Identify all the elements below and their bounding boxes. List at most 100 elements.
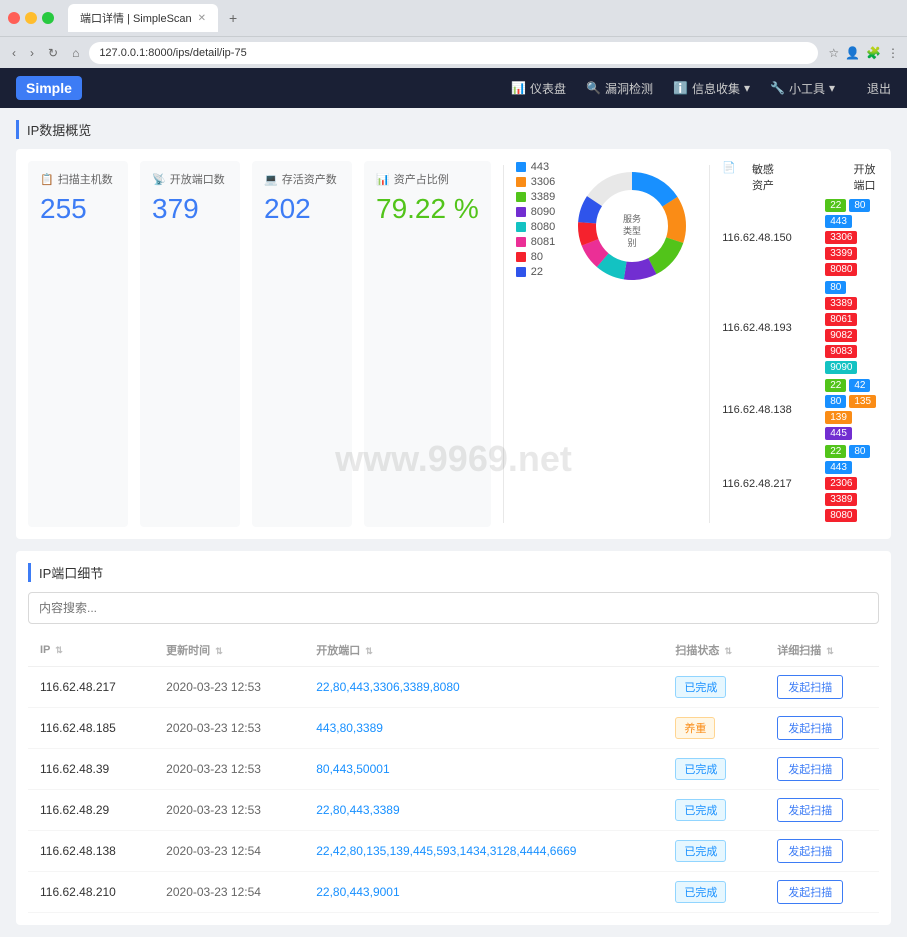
stat-card-hosts: 📋 扫描主机数 255 bbox=[28, 161, 128, 527]
table-header: IP ⇅ 更新时间 ⇅ 开放端口 ⇅ 扫描状态 ⇅ 详细扫描 ⇅ bbox=[28, 634, 879, 667]
col-time: 更新时间 ⇅ bbox=[154, 634, 304, 667]
stat-value-hosts: 255 bbox=[40, 193, 116, 225]
cell-ports-4: 22,42,80,135,139,445,593,1434,3128,4444,… bbox=[304, 831, 663, 872]
address-bar-row: ‹ › ↻ ⌂ ☆ 👤 🧩 ⋮ bbox=[0, 36, 907, 68]
legend-item-8080: 8080 bbox=[516, 221, 555, 233]
sensitive-ip-2: 116.62.48.138 bbox=[722, 404, 817, 416]
status-badge-0: 已完成 bbox=[675, 676, 726, 698]
ports-table: IP ⇅ 更新时间 ⇅ 开放端口 ⇅ 扫描状态 ⇅ 详细扫描 ⇅ 116.62.… bbox=[28, 634, 879, 913]
status-badge-4: 已完成 bbox=[675, 840, 726, 862]
legend-dot-8080 bbox=[516, 222, 526, 232]
reload-button[interactable]: ↻ bbox=[44, 44, 62, 62]
close-btn[interactable] bbox=[8, 12, 20, 24]
port-tag: 22 bbox=[825, 199, 846, 212]
cell-time-1: 2020-03-23 12:53 bbox=[154, 708, 304, 749]
exit-button[interactable]: 退出 bbox=[867, 80, 891, 97]
port-link-5[interactable]: 22,80,443,9001 bbox=[316, 885, 399, 899]
nav-tools[interactable]: 🔧 小工具 ▾ bbox=[770, 80, 835, 97]
scan-button-5[interactable]: 发起扫描 bbox=[777, 880, 843, 904]
legend-item-8081: 8081 bbox=[516, 236, 555, 248]
stat-value-ratio: 79.22 % bbox=[376, 193, 479, 225]
search-bar bbox=[28, 592, 879, 624]
scan-button-3[interactable]: 发起扫描 bbox=[777, 798, 843, 822]
nav-dashboard[interactable]: 📊 仪表盘 bbox=[511, 80, 566, 97]
status-badge-3: 已完成 bbox=[675, 799, 726, 821]
ratio-icon: 📊 bbox=[376, 173, 390, 186]
back-button[interactable]: ‹ bbox=[8, 44, 20, 62]
maximize-btn[interactable] bbox=[42, 12, 54, 24]
sensitive-area: 📄 敏感资产 开放端口 116.62.48.150 22 80 443 3306… bbox=[722, 161, 879, 527]
cell-status-1: 养重 bbox=[663, 708, 765, 749]
stat-card-active: 💻 存活资产数 202 bbox=[252, 161, 352, 527]
cell-ip-0: 116.62.48.217 bbox=[28, 667, 154, 708]
table-section: IP端口细节 IP ⇅ 更新时间 ⇅ 开放端口 ⇅ 扫描状态 ⇅ 详细扫描 ⇅ … bbox=[16, 551, 891, 925]
port-link-3[interactable]: 22,80,443,3389 bbox=[316, 803, 399, 817]
port-link-4[interactable]: 22,42,80,135,139,445,593,1434,3128,4444,… bbox=[316, 844, 576, 858]
port-tag: 22 bbox=[825, 379, 846, 392]
donut-svg: 服务 类型 别 bbox=[567, 161, 697, 291]
port-tag: 443 bbox=[825, 461, 852, 474]
table-row: 116.62.48.217 2020-03-23 12:53 22,80,443… bbox=[28, 667, 879, 708]
legend-dot-443 bbox=[516, 162, 526, 172]
menu-icon[interactable]: ⋮ bbox=[887, 46, 899, 60]
scan-button-0[interactable]: 发起扫描 bbox=[777, 675, 843, 699]
scan-button-1[interactable]: 发起扫描 bbox=[777, 716, 843, 740]
extension-icon[interactable]: 🧩 bbox=[866, 46, 881, 60]
sensitive-table-header: 📄 敏感资产 开放端口 bbox=[722, 161, 879, 193]
legend-list: 443 3306 3389 8090 8080 8081 bbox=[516, 161, 555, 527]
sensitive-ip-1: 116.62.48.193 bbox=[722, 322, 817, 334]
stat-label-active: 💻 存活资产数 bbox=[264, 171, 340, 187]
minimize-btn[interactable] bbox=[25, 12, 37, 24]
stat-card-ports: 📡 开放端口数 379 bbox=[140, 161, 240, 527]
cell-ip-1: 116.62.48.185 bbox=[28, 708, 154, 749]
tab-close-icon[interactable]: ✕ bbox=[198, 13, 206, 24]
profile-icon[interactable]: 👤 bbox=[845, 46, 860, 60]
tab-bar: 端口详情 | SimpleScan ✕ + bbox=[68, 4, 244, 32]
port-tag: 445 bbox=[825, 427, 852, 440]
port-link-0[interactable]: 22,80,443,3306,3389,8080 bbox=[316, 680, 459, 694]
sort-icon-status[interactable]: ⇅ bbox=[724, 646, 732, 656]
star-icon[interactable]: ☆ bbox=[828, 46, 839, 60]
sort-icon-ip[interactable]: ⇅ bbox=[55, 645, 63, 655]
sort-icon-detail[interactable]: ⇅ bbox=[826, 646, 834, 656]
nav-vuln[interactable]: 🔍 漏洞检测 bbox=[586, 80, 653, 97]
cell-ip-2: 116.62.48.39 bbox=[28, 749, 154, 790]
port-tag: 8061 bbox=[825, 313, 857, 326]
sort-icon-time[interactable]: ⇅ bbox=[215, 646, 223, 656]
toolbar-icons: ☆ 👤 🧩 ⋮ bbox=[828, 46, 899, 60]
port-tag: 80 bbox=[849, 199, 870, 212]
nav-info[interactable]: ℹ️ 信息收集 ▾ bbox=[673, 80, 750, 97]
port-link-1[interactable]: 443,80,3389 bbox=[316, 721, 383, 735]
port-tag: 80 bbox=[825, 395, 846, 408]
new-tab-button[interactable]: + bbox=[222, 7, 244, 29]
svg-text:类型: 类型 bbox=[623, 225, 641, 236]
stat-label-ratio: 📊 资产占比例 bbox=[376, 171, 479, 187]
stats-area: 📋 扫描主机数 255 📡 开放端口数 379 💻 存活资产数 202 📊 资产… bbox=[16, 149, 891, 539]
sort-icon-ports[interactable]: ⇅ bbox=[365, 646, 373, 656]
cell-action-1: 发起扫描 bbox=[765, 708, 879, 749]
scan-button-4[interactable]: 发起扫描 bbox=[777, 839, 843, 863]
open-ports-icon: 📡 bbox=[152, 173, 166, 186]
sensitive-icon: 📄 bbox=[722, 161, 736, 193]
sensitive-row-1: 116.62.48.193 80 3389 8061 9082 9083 909… bbox=[722, 281, 879, 374]
forward-button[interactable]: › bbox=[26, 44, 38, 62]
address-input[interactable] bbox=[89, 42, 818, 64]
port-tag: 3399 bbox=[825, 247, 857, 260]
cell-ip-5: 116.62.48.210 bbox=[28, 872, 154, 913]
scan-button-2[interactable]: 发起扫描 bbox=[777, 757, 843, 781]
col-status: 扫描状态 ⇅ bbox=[663, 634, 765, 667]
cell-status-0: 已完成 bbox=[663, 667, 765, 708]
table-row: 116.62.48.29 2020-03-23 12:53 22,80,443,… bbox=[28, 790, 879, 831]
legend-dot-8081 bbox=[516, 237, 526, 247]
sensitive-row-0: 116.62.48.150 22 80 443 3306 3399 8080 bbox=[722, 199, 879, 276]
search-input[interactable] bbox=[28, 592, 879, 624]
sensitive-ip-3: 116.62.48.217 bbox=[722, 478, 817, 490]
home-button[interactable]: ⌂ bbox=[68, 44, 83, 62]
col-ip: IP ⇅ bbox=[28, 634, 154, 667]
legend-label-8080: 8080 bbox=[531, 221, 555, 233]
browser-chrome: 端口详情 | SimpleScan ✕ + bbox=[0, 0, 907, 36]
stats-section-title: IP数据概览 bbox=[16, 120, 891, 139]
cell-time-4: 2020-03-23 12:54 bbox=[154, 831, 304, 872]
active-tab[interactable]: 端口详情 | SimpleScan ✕ bbox=[68, 4, 218, 32]
port-link-2[interactable]: 80,443,50001 bbox=[316, 762, 389, 776]
